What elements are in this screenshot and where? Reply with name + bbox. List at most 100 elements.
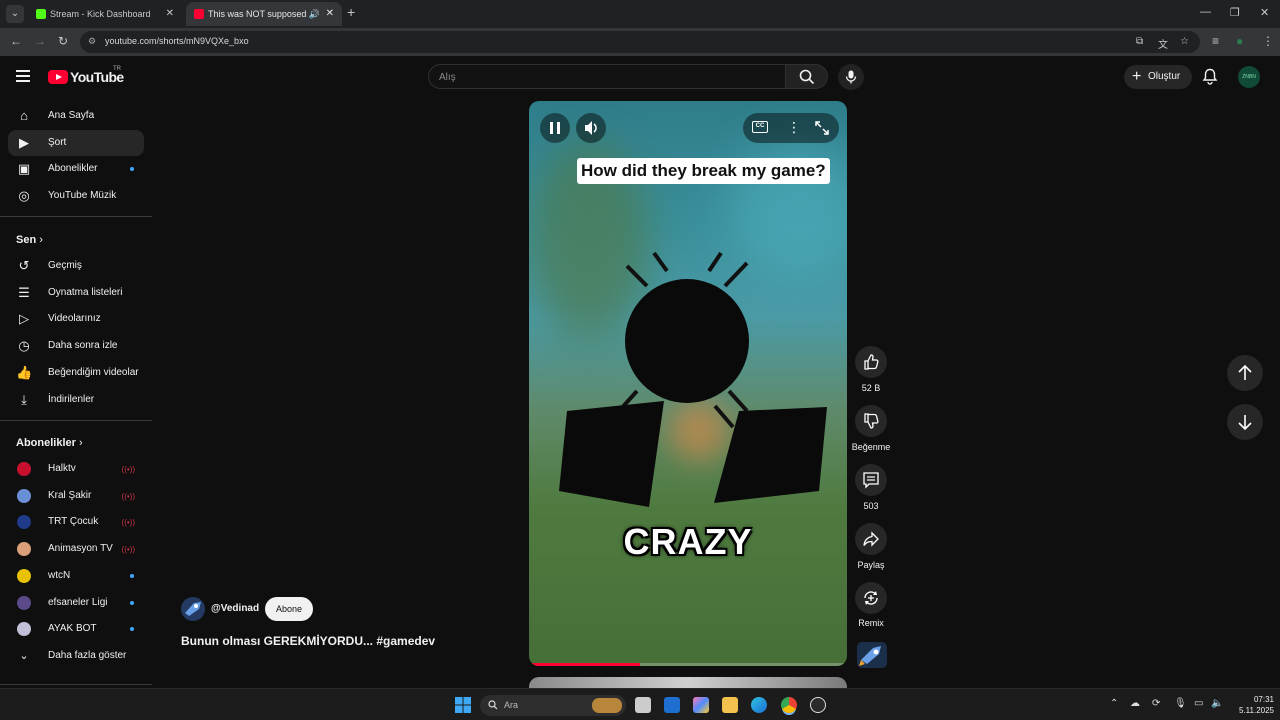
bookmark-star-icon[interactable]: ☆ [1180,36,1189,47]
sidebar-item[interactable]: ↺ Geçmiş [8,253,144,279]
sidebar-item[interactable]: AYAK BOT [8,616,144,642]
subscribe-button[interactable]: Abone [265,597,313,621]
sidebar-section-subscriptions[interactable]: Abonelikler › [16,437,83,449]
progress-bar[interactable] [529,663,847,666]
sidebar-item[interactable]: 👍 Beğendiğim videolar [8,360,144,386]
copilot-icon[interactable] [693,697,709,713]
audio-source-thumbnail[interactable] [857,642,887,668]
edge-icon[interactable] [751,697,767,713]
new-tab-button[interactable]: + [347,4,355,20]
microphone-tray-icon[interactable]: 🎙 [1174,698,1187,709]
sidebar-item[interactable]: ⌂ Ana Sayfa [8,103,144,129]
outlook-icon[interactable] [664,697,680,713]
taskbar-search[interactable]: Ara [480,695,626,716]
channel-avatar [17,595,31,610]
sidebar-item-label: Halktv [48,463,76,474]
speaker-tray-icon[interactable]: 🔈 [1211,698,1223,709]
dislike-button[interactable] [855,405,887,437]
search-input[interactable] [439,69,769,85]
tab-audio-icon[interactable]: 🔊 [309,2,320,26]
window-close-icon[interactable]: ✕ [1260,6,1269,19]
youtube-favicon-icon [194,9,204,19]
sidebar-item[interactable]: ▷ Videolarınız [8,306,144,332]
address-bar[interactable]: ⚙ youtube.com/shorts/mN9VQXe_bxo ⧉ 文 ☆ [80,31,1200,53]
reload-icon[interactable]: ↻ [58,34,68,48]
channel-avatar[interactable] [181,597,205,621]
sidebar-item[interactable]: efsaneler Ligi [8,590,144,616]
sidebar-item[interactable]: Kral Şakir ((•)) [8,483,144,509]
tab-close-icon[interactable]: ✕ [326,2,334,26]
sidebar-item[interactable]: Animasyon TV ((•)) [8,536,144,562]
file-explorer-icon[interactable] [722,697,738,713]
sidebar-item[interactable]: ◷ Daha sonra izle [8,333,144,359]
onedrive-icon[interactable]: ☁ [1130,698,1140,709]
spider-sprite [559,251,827,507]
like-button[interactable] [855,346,887,378]
sidebar-item[interactable]: ◎ YouTube Müzik [8,183,144,209]
fullscreen-icon[interactable] [815,121,829,135]
sidebar-item[interactable]: ▶ Şort [8,129,144,156]
browser-menu-icon[interactable]: ⋮ [1262,34,1274,48]
video-title[interactable]: Bunun olması GEREKMİYORDU... #gamedev [181,634,435,648]
create-button[interactable]: + Oluştur [1124,65,1192,89]
chrome-icon[interactable] [781,697,797,713]
show-more-button[interactable]: ⌄ Daha fazla göster [8,643,144,669]
windows-start-icon[interactable] [455,697,471,713]
show-more-label: Daha fazla göster [48,649,127,661]
like-count: 52 B [861,383,881,393]
minimize-icon[interactable]: — [1200,6,1211,18]
rocket-character-icon [859,646,881,666]
menu-icon[interactable] [16,70,30,85]
windows-taskbar: Ara ⌃ ☁ ⟳ 🎙 ▭ 🔈 07:31 5.11.2025 [0,688,1280,720]
translate-icon[interactable]: 文 [1158,36,1168,51]
clock-time: 07:31 [1253,695,1274,704]
system-clock[interactable]: 07:31 5.11.2025 [1228,694,1274,716]
sidebar-item[interactable]: Halktv ((•)) [8,456,144,482]
share-button[interactable] [855,523,887,555]
display-icon[interactable]: ▭ [1194,698,1203,709]
channel-name[interactable]: @Vedinad [211,603,259,614]
restore-icon[interactable]: ❐ [1230,6,1240,19]
tray-chevron-icon[interactable]: ⌃ [1110,698,1118,709]
tab-search-button[interactable]: ⌄ [6,5,24,23]
browser-tab-youtube[interactable]: This was NOT supposed to h 🔊 ✕ [186,2,342,26]
browser-tab-kick[interactable]: Stream - Kick Dashboard ✕ [28,2,182,26]
sync-icon[interactable]: ⟳ [1152,698,1160,709]
forward-icon[interactable]: → [34,34,46,48]
shorts-player[interactable]: CC ⋮ How did they break my game? CRAZY [529,101,847,666]
sidebar-item-label: Kral Şakir [48,489,92,501]
more-options-icon[interactable]: ⋮ [787,119,801,136]
notifications-bell-icon[interactable] [1202,68,1218,85]
account-avatar[interactable]: ZNBN [1238,66,1260,88]
task-view-icon[interactable] [635,697,651,713]
pause-button[interactable] [540,113,570,143]
sidebar-section-you[interactable]: Sen › [16,234,43,246]
remix-button[interactable] [855,582,887,614]
sidebar-item[interactable]: ▣ Abonelikler [8,156,144,182]
volume-button[interactable] [576,113,606,143]
search-highlight-image [592,698,622,713]
media-controls-icon[interactable]: ≡ [1212,34,1219,48]
youtube-page: YouTube TR + Oluştur ZNBN [0,56,1280,697]
search-button[interactable] [786,64,828,89]
previous-short-button[interactable] [1227,355,1263,391]
captions-icon[interactable]: CC [752,121,768,133]
sidebar-item[interactable]: TRT Çocuk ((•)) [8,509,144,535]
sidebar-item[interactable]: ☰ Oynatma listeleri [8,280,144,306]
arrow-up-icon [1238,364,1252,380]
profile-icon[interactable]: ● [1236,34,1243,48]
install-app-icon[interactable]: ⧉ [1136,36,1143,47]
channel-avatar [17,568,31,583]
obs-icon[interactable] [810,697,826,713]
comments-button[interactable] [855,464,887,496]
tab-close-icon[interactable]: ✕ [166,2,174,26]
back-icon[interactable]: ← [10,34,22,48]
chevron-right-icon: › [39,234,43,246]
next-short-button[interactable] [1227,404,1263,440]
voice-search-button[interactable] [838,64,864,90]
sidebar-item[interactable]: wtcN [8,563,144,589]
sidebar-item[interactable]: ⤓ İndirilenler [8,387,144,413]
site-info-icon[interactable]: ⚙ [88,36,96,47]
music-icon: ◎ [18,188,30,204]
thumbs-down-icon [864,413,879,429]
